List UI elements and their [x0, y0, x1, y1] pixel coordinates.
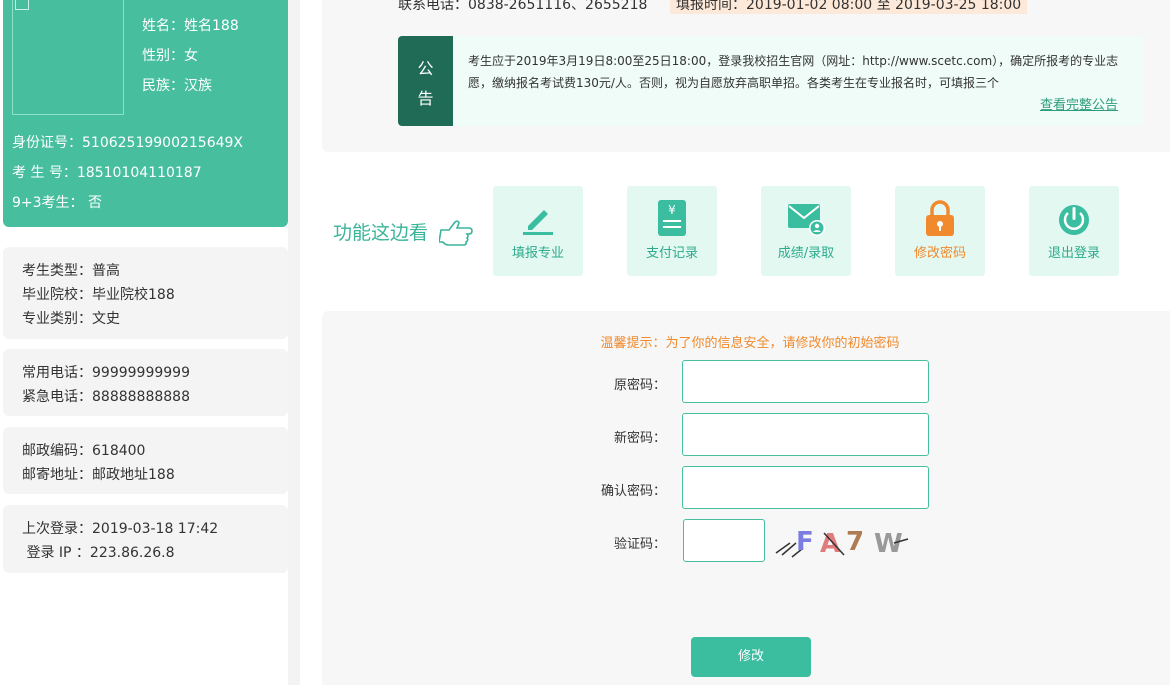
- last-login: 上次登录：2019-03-18 17:42: [22, 521, 219, 537]
- submit-button[interactable]: 修改: [691, 637, 811, 677]
- postcode: 邮政编码：618400: [22, 443, 146, 459]
- logout-button[interactable]: 退出登录: [1029, 186, 1119, 276]
- new-password-input[interactable]: [682, 413, 929, 456]
- captcha-input[interactable]: [683, 519, 765, 562]
- captcha-char-2: A: [820, 529, 840, 559]
- change-password-button[interactable]: 修改密码: [895, 186, 985, 276]
- login-ip: 登录 IP ：223.86.26.8: [22, 545, 175, 561]
- common-phone: 常用电话：99999999999: [22, 365, 190, 381]
- captcha-image[interactable]: F A 7 W: [774, 523, 910, 559]
- emergency-phone: 紧急电话：88888888888: [22, 389, 190, 405]
- profile-name: 姓名：姓名188: [142, 18, 239, 34]
- phone-card: 常用电话：99999999999 紧急电话：88888888888: [3, 349, 288, 416]
- logout-label: 退出登录: [1047, 246, 1100, 261]
- power-icon: [1059, 205, 1089, 235]
- payment-records-label: 支付记录: [645, 246, 698, 261]
- exam-info-card: 考生类型：普高 毕业院校：毕业院校188 专业类别：文史: [3, 247, 288, 339]
- svg-text:¥: ¥: [668, 203, 676, 217]
- main-content: 联系电话：0838-2651116、2655218 填报时间：2019-01-0…: [312, 0, 1170, 685]
- login-card: 上次登录：2019-03-18 17:42 登录 IP ：223.86.26.8: [3, 505, 288, 573]
- profile-nine-three: 9+3考生： 否: [12, 195, 102, 211]
- notice-tag-top: 公: [417, 59, 434, 78]
- notice-tag: 公 告: [398, 36, 453, 126]
- password-form: 温馨提示：为了你的信息安全，请修改你的初始密码 原密码： 新密码： 确认密码： …: [322, 311, 1170, 685]
- lock-icon: [926, 200, 954, 236]
- old-password-input[interactable]: [682, 360, 929, 403]
- fill-major-button[interactable]: 填报专业: [493, 186, 583, 276]
- broken-image-icon: [15, 0, 29, 10]
- scores-admission-button[interactable]: 成绩/录取: [761, 186, 851, 276]
- fill-major-label: 填报专业: [511, 246, 564, 261]
- mail-user-icon: [788, 204, 825, 236]
- receipt-icon: ¥: [658, 200, 686, 236]
- captcha-char-3: 7: [846, 527, 864, 557]
- confirm-password-input[interactable]: [682, 466, 929, 509]
- avatar: [12, 0, 124, 115]
- new-password-label: 新密码：: [613, 431, 666, 446]
- address-card: 邮政编码：618400 邮寄地址：邮政地址188: [3, 427, 288, 494]
- old-password-label: 原密码：: [613, 378, 666, 393]
- pencil-icon: [523, 210, 553, 235]
- confirm-password-label: 确认密码：: [600, 484, 666, 499]
- notice-banner: 公 告 考生应于2019年3月19日8:00至25日18:00，登录我校招生官网…: [398, 36, 1144, 126]
- notice-text: 考生应于2019年3月19日8:00至25日18:00，登录我校招生官网（网址：…: [468, 54, 1119, 90]
- captcha-char-1: F: [796, 527, 814, 557]
- functions-label: 功能这边看: [333, 222, 429, 244]
- mail-address: 邮寄地址：邮政地址188: [22, 467, 175, 483]
- scores-admission-label: 成绩/录取: [777, 246, 835, 261]
- notice-tag-bottom: 告: [417, 89, 434, 108]
- captcha-char-4: W: [874, 529, 903, 559]
- payment-records-button[interactable]: ¥ 支付记录: [627, 186, 717, 276]
- contact-phone: 联系电话：0838-2651116、2655218: [398, 0, 648, 13]
- fill-time: 填报时间：2019-01-02 08:00 至 2019-03-25 18:00: [670, 0, 1028, 14]
- profile-id-number: 身份证号：51062519900215649X: [12, 135, 244, 151]
- change-password-label: 修改密码: [913, 246, 966, 261]
- profile-ethnicity: 民族：汉族: [142, 78, 212, 94]
- view-full-notice-link[interactable]: 查看完整公告: [1040, 94, 1118, 113]
- profile-exam-number: 考 生 号：18510104110187: [12, 165, 202, 181]
- exam-type: 考生类型：普高: [22, 263, 120, 279]
- major-category: 专业类别：文史: [22, 311, 120, 327]
- sidebar: 姓名：姓名188 性别：女 民族：汉族 身份证号：510625199002156…: [0, 0, 300, 685]
- profile-gender: 性别：女: [142, 48, 198, 64]
- profile-card: 姓名：姓名188 性别：女 民族：汉族 身份证号：510625199002156…: [3, 0, 288, 227]
- graduate-school: 毕业院校：毕业院校188: [22, 287, 175, 303]
- security-tip: 温馨提示：为了你的信息安全，请修改你的初始密码: [600, 336, 900, 351]
- captcha-label: 验证码：: [613, 537, 666, 552]
- pointing-hand-icon: [439, 220, 473, 246]
